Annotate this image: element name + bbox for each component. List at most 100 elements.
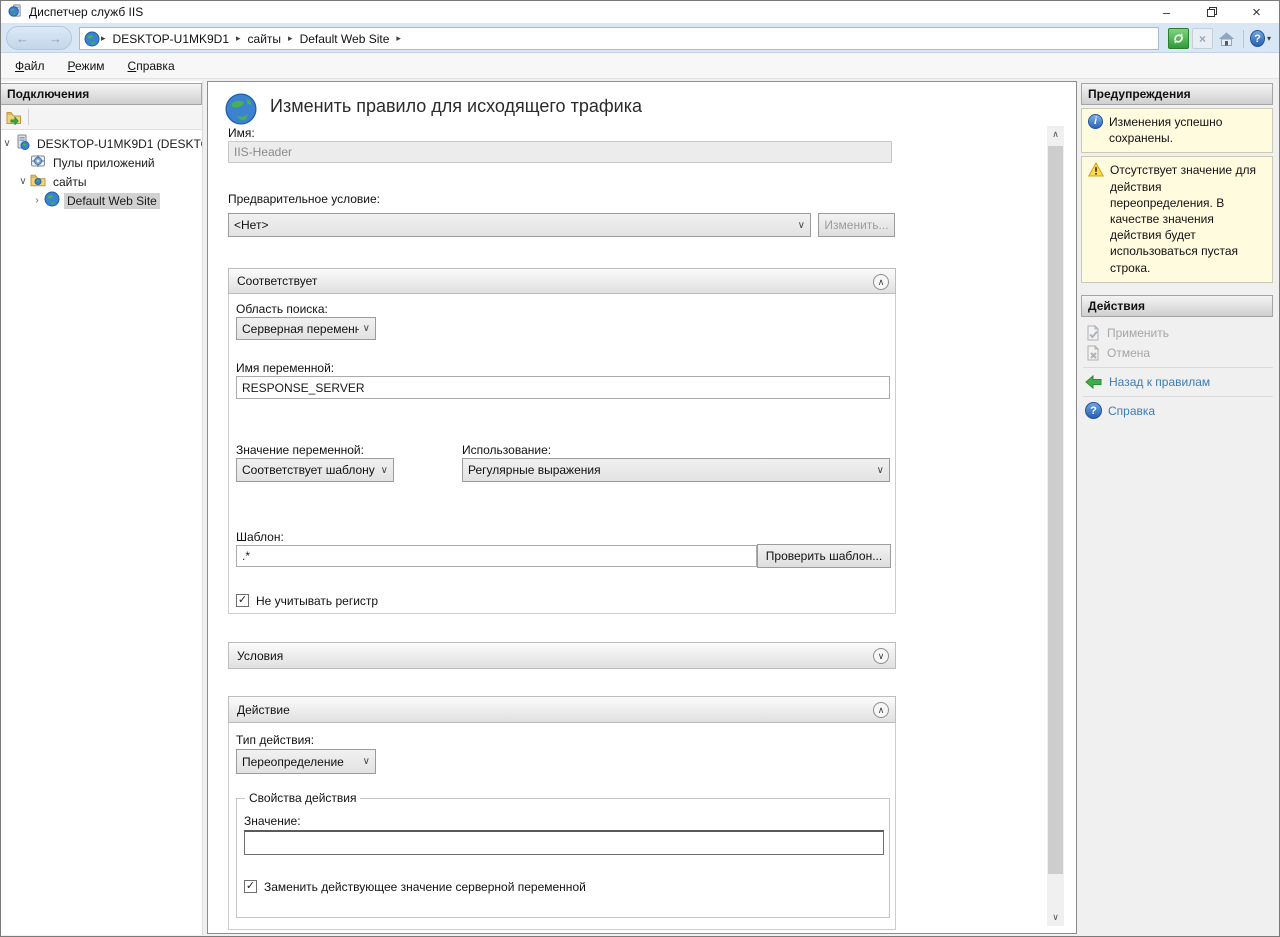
action-properties-group: Свойства действия	[236, 798, 890, 918]
minimize-button[interactable]: –	[1144, 1, 1189, 23]
pattern-input[interactable]: .*	[236, 545, 757, 567]
stop-button: ×	[1192, 28, 1213, 49]
breadcrumb-arrow-icon: ▸	[101, 33, 106, 44]
ignore-case-checkbox[interactable]: ✓	[236, 594, 249, 607]
back-to-rules-link[interactable]: Назад к правилам	[1081, 372, 1273, 392]
breadcrumb-arrow-icon: ▸	[288, 33, 293, 44]
collapse-button[interactable]: ∧	[873, 274, 889, 290]
tree-expander-icon[interactable]: ∨	[17, 176, 29, 187]
restore-button[interactable]	[1189, 1, 1234, 23]
variable-value-select[interactable]: Соответствует шаблону∨	[236, 458, 394, 482]
test-pattern-button[interactable]: Проверить шаблон...	[757, 544, 891, 568]
tree-item-server-label: DESKTOP-U1MK9D1 (DESKTOP	[34, 136, 202, 152]
help-icon: ?	[1250, 30, 1265, 47]
vertical-scrollbar[interactable]: ∧ ∨	[1047, 126, 1064, 926]
scope-label: Область поиска:	[236, 302, 328, 316]
cancel-button: Отмена	[1081, 343, 1273, 363]
connections-header: Подключения	[1, 83, 202, 105]
globe-icon	[84, 31, 100, 47]
title-bar: Диспетчер служб IIS – ×	[1, 1, 1279, 23]
alert-warning: Отсутствует значение для действия переоп…	[1081, 156, 1273, 282]
iis-manager-window: Диспетчер служб IIS – × ← → ▸ DESKTOP-U1…	[0, 0, 1280, 937]
home-icon	[1218, 31, 1235, 47]
chevron-down-icon: ∨	[363, 323, 370, 334]
alerts-header: Предупреждения	[1081, 83, 1273, 105]
scrollbar-thumb[interactable]	[1048, 146, 1063, 874]
tree-item-sites-label: сайты	[50, 174, 90, 190]
action-section-header[interactable]: Действие ∧	[228, 696, 896, 723]
conditions-section-header[interactable]: Условия ∨	[228, 642, 896, 669]
breadcrumb: ▸ DESKTOP-U1MK9D1 ▸ сайты ▸ Default Web …	[79, 27, 1159, 50]
refresh-icon	[1172, 32, 1185, 45]
chevron-down-icon: ∨	[381, 465, 388, 476]
main-panel: Изменить правило для исходящего трафика …	[207, 81, 1077, 934]
menu-bar: Файл Режим Справка	[1, 53, 1279, 79]
connections-panel: Подключения ∨ DESKTOP-U1MK9D1 (DESKTOP	[1, 81, 203, 935]
restore-icon	[1207, 7, 1217, 17]
tree-item-server[interactable]: ∨ DESKTOP-U1MK9D1 (DESKTOP	[1, 134, 202, 153]
breadcrumb-item-default-web-site[interactable]: Default Web Site	[300, 32, 390, 46]
toolbar-separator	[28, 109, 29, 125]
value-input[interactable]	[244, 830, 884, 855]
tree-item-app-pools[interactable]: Пулы приложений	[1, 153, 202, 172]
name-input: IIS-Header	[228, 141, 892, 163]
check-icon: ✓	[238, 595, 247, 606]
home-button[interactable]	[1216, 28, 1237, 49]
help-link[interactable]: ? Справка	[1081, 401, 1273, 421]
forward-icon[interactable]: →	[49, 31, 62, 46]
tree-expander-icon[interactable]: ∨	[1, 138, 13, 149]
tree-item-default-web-site-label: Default Web Site	[64, 193, 160, 209]
menu-help[interactable]: Справка	[119, 55, 184, 77]
help-icon: ?	[1085, 402, 1102, 419]
menu-view[interactable]: Режим	[59, 55, 114, 77]
replace-value-label[interactable]: Заменить действующее значение серверной …	[264, 880, 586, 894]
connections-toolbar	[1, 105, 202, 130]
toolbar-separator	[1243, 30, 1244, 48]
collapse-button[interactable]: ∧	[873, 702, 889, 718]
action-type-select[interactable]: Переопределение∨	[236, 749, 376, 774]
close-button[interactable]: ×	[1234, 1, 1279, 23]
tree-expander-icon[interactable]: ›	[31, 195, 43, 206]
variable-name-label: Имя переменной:	[236, 361, 334, 375]
info-icon: i	[1088, 114, 1103, 129]
right-panel: Предупреждения i Изменения успешно сохра…	[1081, 81, 1280, 935]
actions-separator	[1083, 367, 1273, 368]
variable-name-input[interactable]: RESPONSE_SERVER	[236, 376, 890, 399]
value-label: Значение:	[244, 814, 301, 828]
precondition-select[interactable]: <Нет>∨	[228, 213, 811, 237]
scroll-up-icon[interactable]: ∧	[1047, 126, 1064, 143]
breadcrumb-arrow-icon: ▸	[396, 33, 401, 44]
actions-list: Применить Отмена Назад к правилам	[1081, 323, 1273, 421]
window-title: Диспетчер служб IIS	[29, 5, 143, 19]
expand-button[interactable]: ∨	[873, 648, 889, 664]
connections-tree: ∨ DESKTOP-U1MK9D1 (DESKTOP Пулы приложен…	[1, 130, 202, 210]
refresh-button[interactable]	[1168, 28, 1189, 49]
server-icon	[14, 134, 30, 153]
scroll-down-icon[interactable]: ∨	[1047, 909, 1064, 926]
name-label: Имя:	[228, 126, 255, 140]
scope-select[interactable]: Серверная переменн∨	[236, 317, 376, 340]
tree-item-sites[interactable]: ∨ сайты	[1, 172, 202, 191]
tree-item-default-web-site[interactable]: › Default Web Site	[1, 191, 202, 210]
breadcrumb-arrow-icon: ▸	[236, 33, 241, 44]
chevron-down-icon: ▾	[1267, 34, 1271, 43]
chevron-down-icon: ∨	[363, 756, 370, 767]
help-button[interactable]: ?▾	[1250, 28, 1271, 49]
using-select[interactable]: Регулярные выражения∨	[462, 458, 890, 482]
page-title: Изменить правило для исходящего трафика	[270, 96, 642, 117]
cancel-icon	[1085, 345, 1101, 361]
menu-file[interactable]: Файл	[6, 55, 54, 77]
chevron-down-icon: ∨	[798, 220, 805, 231]
breadcrumb-item-sites[interactable]: сайты	[248, 32, 282, 46]
tree-item-app-pools-label: Пулы приложений	[50, 155, 158, 171]
iis-app-icon	[8, 3, 23, 21]
action-properties-legend: Свойства действия	[245, 791, 360, 805]
match-section-header[interactable]: Соответствует ∧	[228, 268, 896, 294]
breadcrumb-item-server[interactable]: DESKTOP-U1MK9D1	[113, 32, 229, 46]
replace-value-checkbox[interactable]: ✓	[244, 880, 257, 893]
save-connections-icon[interactable]	[6, 110, 22, 125]
ignore-case-label[interactable]: Не учитывать регистр	[256, 594, 378, 608]
back-icon[interactable]: ←	[16, 31, 29, 46]
body-area: Подключения ∨ DESKTOP-U1MK9D1 (DESKTOP	[1, 79, 1280, 937]
warning-icon	[1088, 162, 1104, 275]
